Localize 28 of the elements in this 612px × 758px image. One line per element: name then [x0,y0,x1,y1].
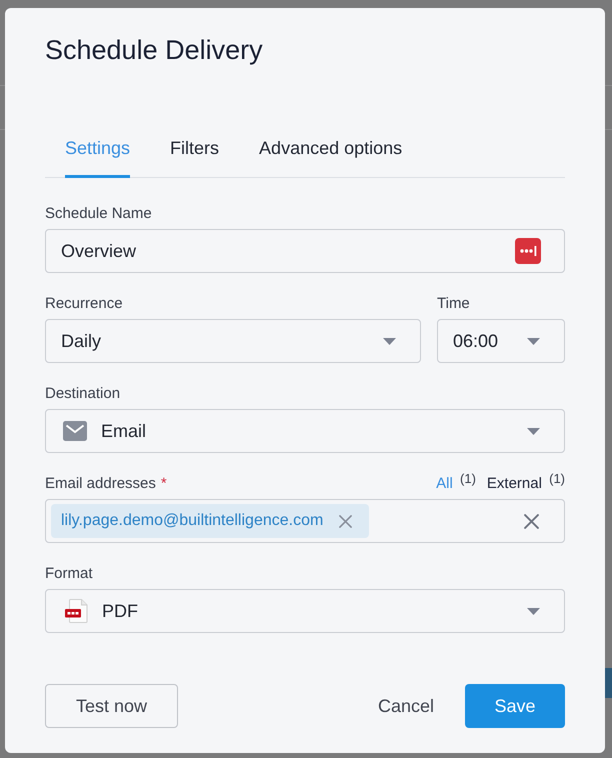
filter-link[interactable]: External $^{(1)}$ [486,474,565,494]
field-label: Destination [45,384,120,404]
dropdown[interactable]: 06:00 [437,319,565,363]
tab[interactable]: Filters [170,136,220,178]
field-label: Recurrence [45,294,123,314]
password-dots-icon[interactable] [515,238,541,264]
filter-link[interactable]: All $^{(1)}$ [436,474,476,494]
field-label: Time [437,294,470,314]
field-label: Email addresses [45,474,156,494]
button[interactable]: Cancel [374,684,438,728]
dialog-title: Schedule Delivery [45,34,263,67]
clear-icon[interactable] [524,514,539,528]
caret-icon [527,338,540,344]
caret-icon [383,338,396,344]
destination-dropdown[interactable]: Email [45,409,565,453]
remove-icon[interactable] [339,514,352,528]
envelope-icon [63,421,87,441]
required-mark: * [160,474,167,494]
dropdown[interactable]: Daily [45,319,421,363]
field-label: Schedule Name [45,204,152,224]
tab[interactable]: Advanced options [259,136,402,178]
format-dropdown[interactable]: PDF [45,589,565,633]
button[interactable]: Test now [45,684,178,728]
pdf-file-icon [64,598,88,624]
caret-icon [527,428,540,434]
text-field[interactable]: Overview [45,229,565,273]
caret-icon [527,608,540,614]
field-label: Format [45,564,93,584]
